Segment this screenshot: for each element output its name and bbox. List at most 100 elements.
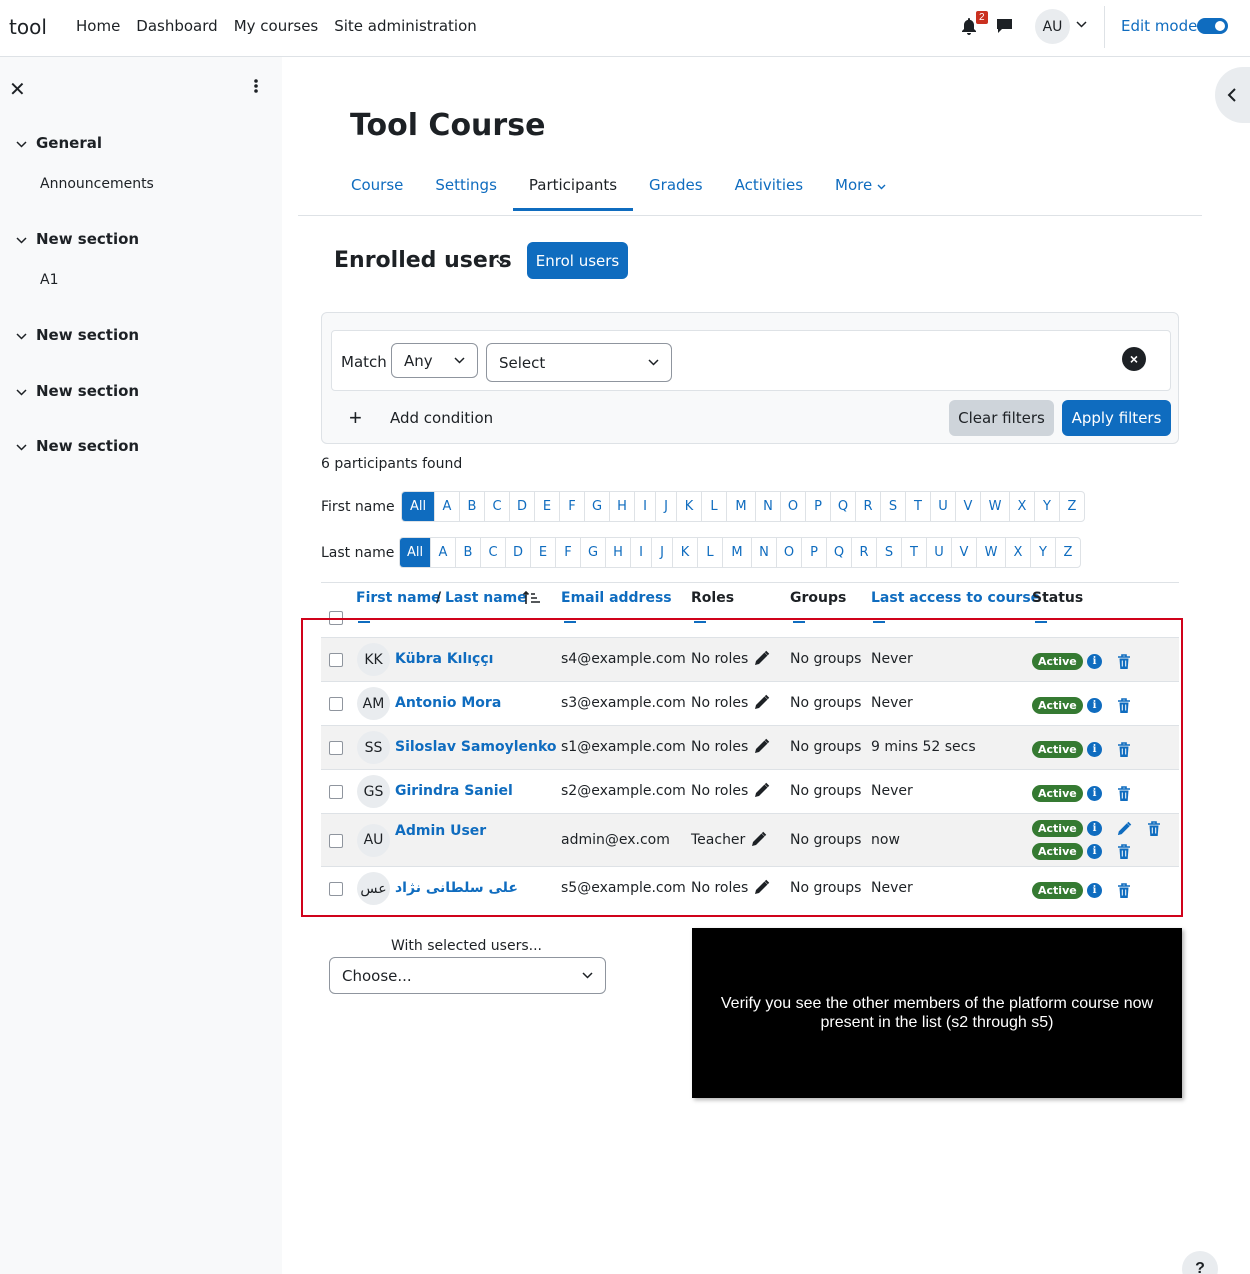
tab-grades[interactable]: Grades (633, 170, 719, 211)
tab-participants[interactable]: Participants (512, 170, 634, 211)
trash-icon[interactable] (1117, 844, 1131, 864)
last-name-initial-l[interactable]: L (697, 538, 722, 567)
last-name-initial-k[interactable]: K (672, 538, 697, 567)
first-name-initial-f[interactable]: F (559, 492, 584, 521)
th-first-name[interactable]: First name (356, 590, 441, 606)
trash-icon[interactable] (1147, 821, 1161, 841)
last-name-initial-i[interactable]: I (630, 538, 651, 567)
first-name-initial-r[interactable]: R (855, 492, 880, 521)
collapse-column-icon[interactable] (564, 615, 576, 623)
trash-icon[interactable] (1117, 786, 1131, 806)
first-name-initial-w[interactable]: W (980, 492, 1009, 521)
drawer-section-3[interactable]: New section (16, 382, 139, 400)
first-name-initial-a[interactable]: A (434, 492, 459, 521)
last-name-initial-q[interactable]: Q (826, 538, 851, 567)
last-name-initial-a[interactable]: A (430, 538, 455, 567)
first-name-initial-k[interactable]: K (676, 492, 701, 521)
drawer-section-general[interactable]: General (16, 134, 102, 152)
drawer-section-2[interactable]: New section (16, 326, 139, 344)
chevron-down-icon[interactable] (1076, 20, 1087, 28)
trash-icon[interactable] (1117, 654, 1131, 674)
row-select-checkbox[interactable] (329, 741, 343, 755)
close-icon[interactable]: ✕ (9, 77, 26, 102)
first-name-initial-t[interactable]: T (905, 492, 930, 521)
pencil-icon[interactable] (753, 694, 770, 715)
sort-ascending-icon[interactable] (523, 591, 541, 605)
edit-enrolment-icon[interactable] (1116, 821, 1132, 841)
row-select-checkbox[interactable] (329, 653, 343, 667)
bell-icon[interactable] (961, 18, 977, 35)
select-all-checkbox[interactable] (329, 611, 343, 625)
last-name-initial-b[interactable]: B (455, 538, 480, 567)
info-icon[interactable]: i (1087, 883, 1102, 898)
info-icon[interactable]: i (1087, 844, 1102, 859)
pencil-icon[interactable] (750, 831, 767, 852)
first-name-initial-all[interactable]: All (402, 492, 434, 521)
first-name-initial-m[interactable]: M (726, 492, 755, 521)
bulk-action-select[interactable]: Choose... (329, 957, 606, 994)
trash-icon[interactable] (1117, 742, 1131, 762)
trash-icon[interactable] (1117, 698, 1131, 718)
participant-name-link[interactable]: Girindra Saniel (395, 783, 513, 799)
collapse-column-icon[interactable] (873, 615, 885, 623)
remove-condition-icon[interactable]: × (1122, 347, 1146, 371)
row-select-checkbox[interactable] (329, 833, 343, 848)
user-avatar[interactable]: AU (1035, 9, 1070, 44)
last-name-initial-s[interactable]: S (876, 538, 901, 567)
pencil-icon[interactable] (753, 782, 770, 803)
row-select-checkbox[interactable] (329, 882, 343, 896)
row-select-checkbox[interactable] (329, 697, 343, 711)
last-name-initial-h[interactable]: H (605, 538, 630, 567)
collapse-column-icon[interactable] (1035, 615, 1047, 623)
participant-name-link[interactable]: Admin User (395, 823, 486, 839)
first-name-initial-l[interactable]: L (701, 492, 726, 521)
collapse-column-icon[interactable] (694, 615, 706, 623)
last-name-initial-z[interactable]: Z (1055, 538, 1080, 567)
last-name-initial-j[interactable]: J (651, 538, 672, 567)
info-icon[interactable]: i (1087, 698, 1102, 713)
th-last-name[interactable]: Last name (445, 590, 527, 606)
drawer-section-4[interactable]: New section (16, 437, 139, 455)
drawer-item-a1[interactable]: A1 (40, 272, 58, 288)
participant-name-link[interactable]: Siloslav Samoylenko (395, 739, 557, 755)
pencil-icon[interactable] (753, 879, 770, 900)
first-name-initial-c[interactable]: C (484, 492, 509, 521)
enrol-users-button[interactable]: Enrol users (527, 242, 628, 279)
last-name-initial-p[interactable]: P (801, 538, 826, 567)
info-icon[interactable]: i (1087, 786, 1102, 801)
th-last-access[interactable]: Last access to course (871, 590, 1040, 606)
edit-mode-toggle[interactable] (1197, 18, 1228, 34)
first-name-initial-j[interactable]: J (655, 492, 676, 521)
last-name-initial-m[interactable]: M (722, 538, 751, 567)
help-button[interactable]: ? (1182, 1251, 1218, 1274)
first-name-initial-u[interactable]: U (930, 492, 955, 521)
match-select[interactable]: Any (391, 343, 478, 378)
nav-site-administration[interactable]: Site administration (326, 17, 485, 35)
first-name-initial-n[interactable]: N (755, 492, 780, 521)
last-name-initial-g[interactable]: G (580, 538, 605, 567)
last-name-initial-w[interactable]: W (976, 538, 1005, 567)
last-name-initial-o[interactable]: O (776, 538, 801, 567)
last-name-initial-d[interactable]: D (505, 538, 530, 567)
chat-icon[interactable] (996, 18, 1013, 34)
first-name-initial-x[interactable]: X (1009, 492, 1034, 521)
chevron-down-icon[interactable] (496, 259, 506, 266)
nav-home[interactable]: Home (68, 17, 128, 35)
last-name-initial-c[interactable]: C (480, 538, 505, 567)
first-name-initial-h[interactable]: H (609, 492, 634, 521)
last-name-initial-n[interactable]: N (751, 538, 776, 567)
last-name-initial-x[interactable]: X (1005, 538, 1030, 567)
last-name-initial-t[interactable]: T (901, 538, 926, 567)
first-name-initial-d[interactable]: D (509, 492, 534, 521)
tab-settings[interactable]: Settings (419, 170, 513, 211)
tab-course[interactable]: Course (335, 170, 419, 211)
filter-type-select[interactable]: Select (486, 343, 672, 382)
row-select-checkbox[interactable] (329, 785, 343, 799)
page-heading-enrolled-users[interactable]: Enrolled users (334, 248, 512, 273)
plus-icon[interactable]: + (349, 405, 362, 431)
trash-icon[interactable] (1117, 883, 1131, 903)
first-name-initial-q[interactable]: Q (830, 492, 855, 521)
tab-activities[interactable]: Activities (719, 170, 819, 211)
first-name-initial-v[interactable]: V (955, 492, 980, 521)
add-condition-button[interactable]: Add condition (390, 409, 493, 427)
